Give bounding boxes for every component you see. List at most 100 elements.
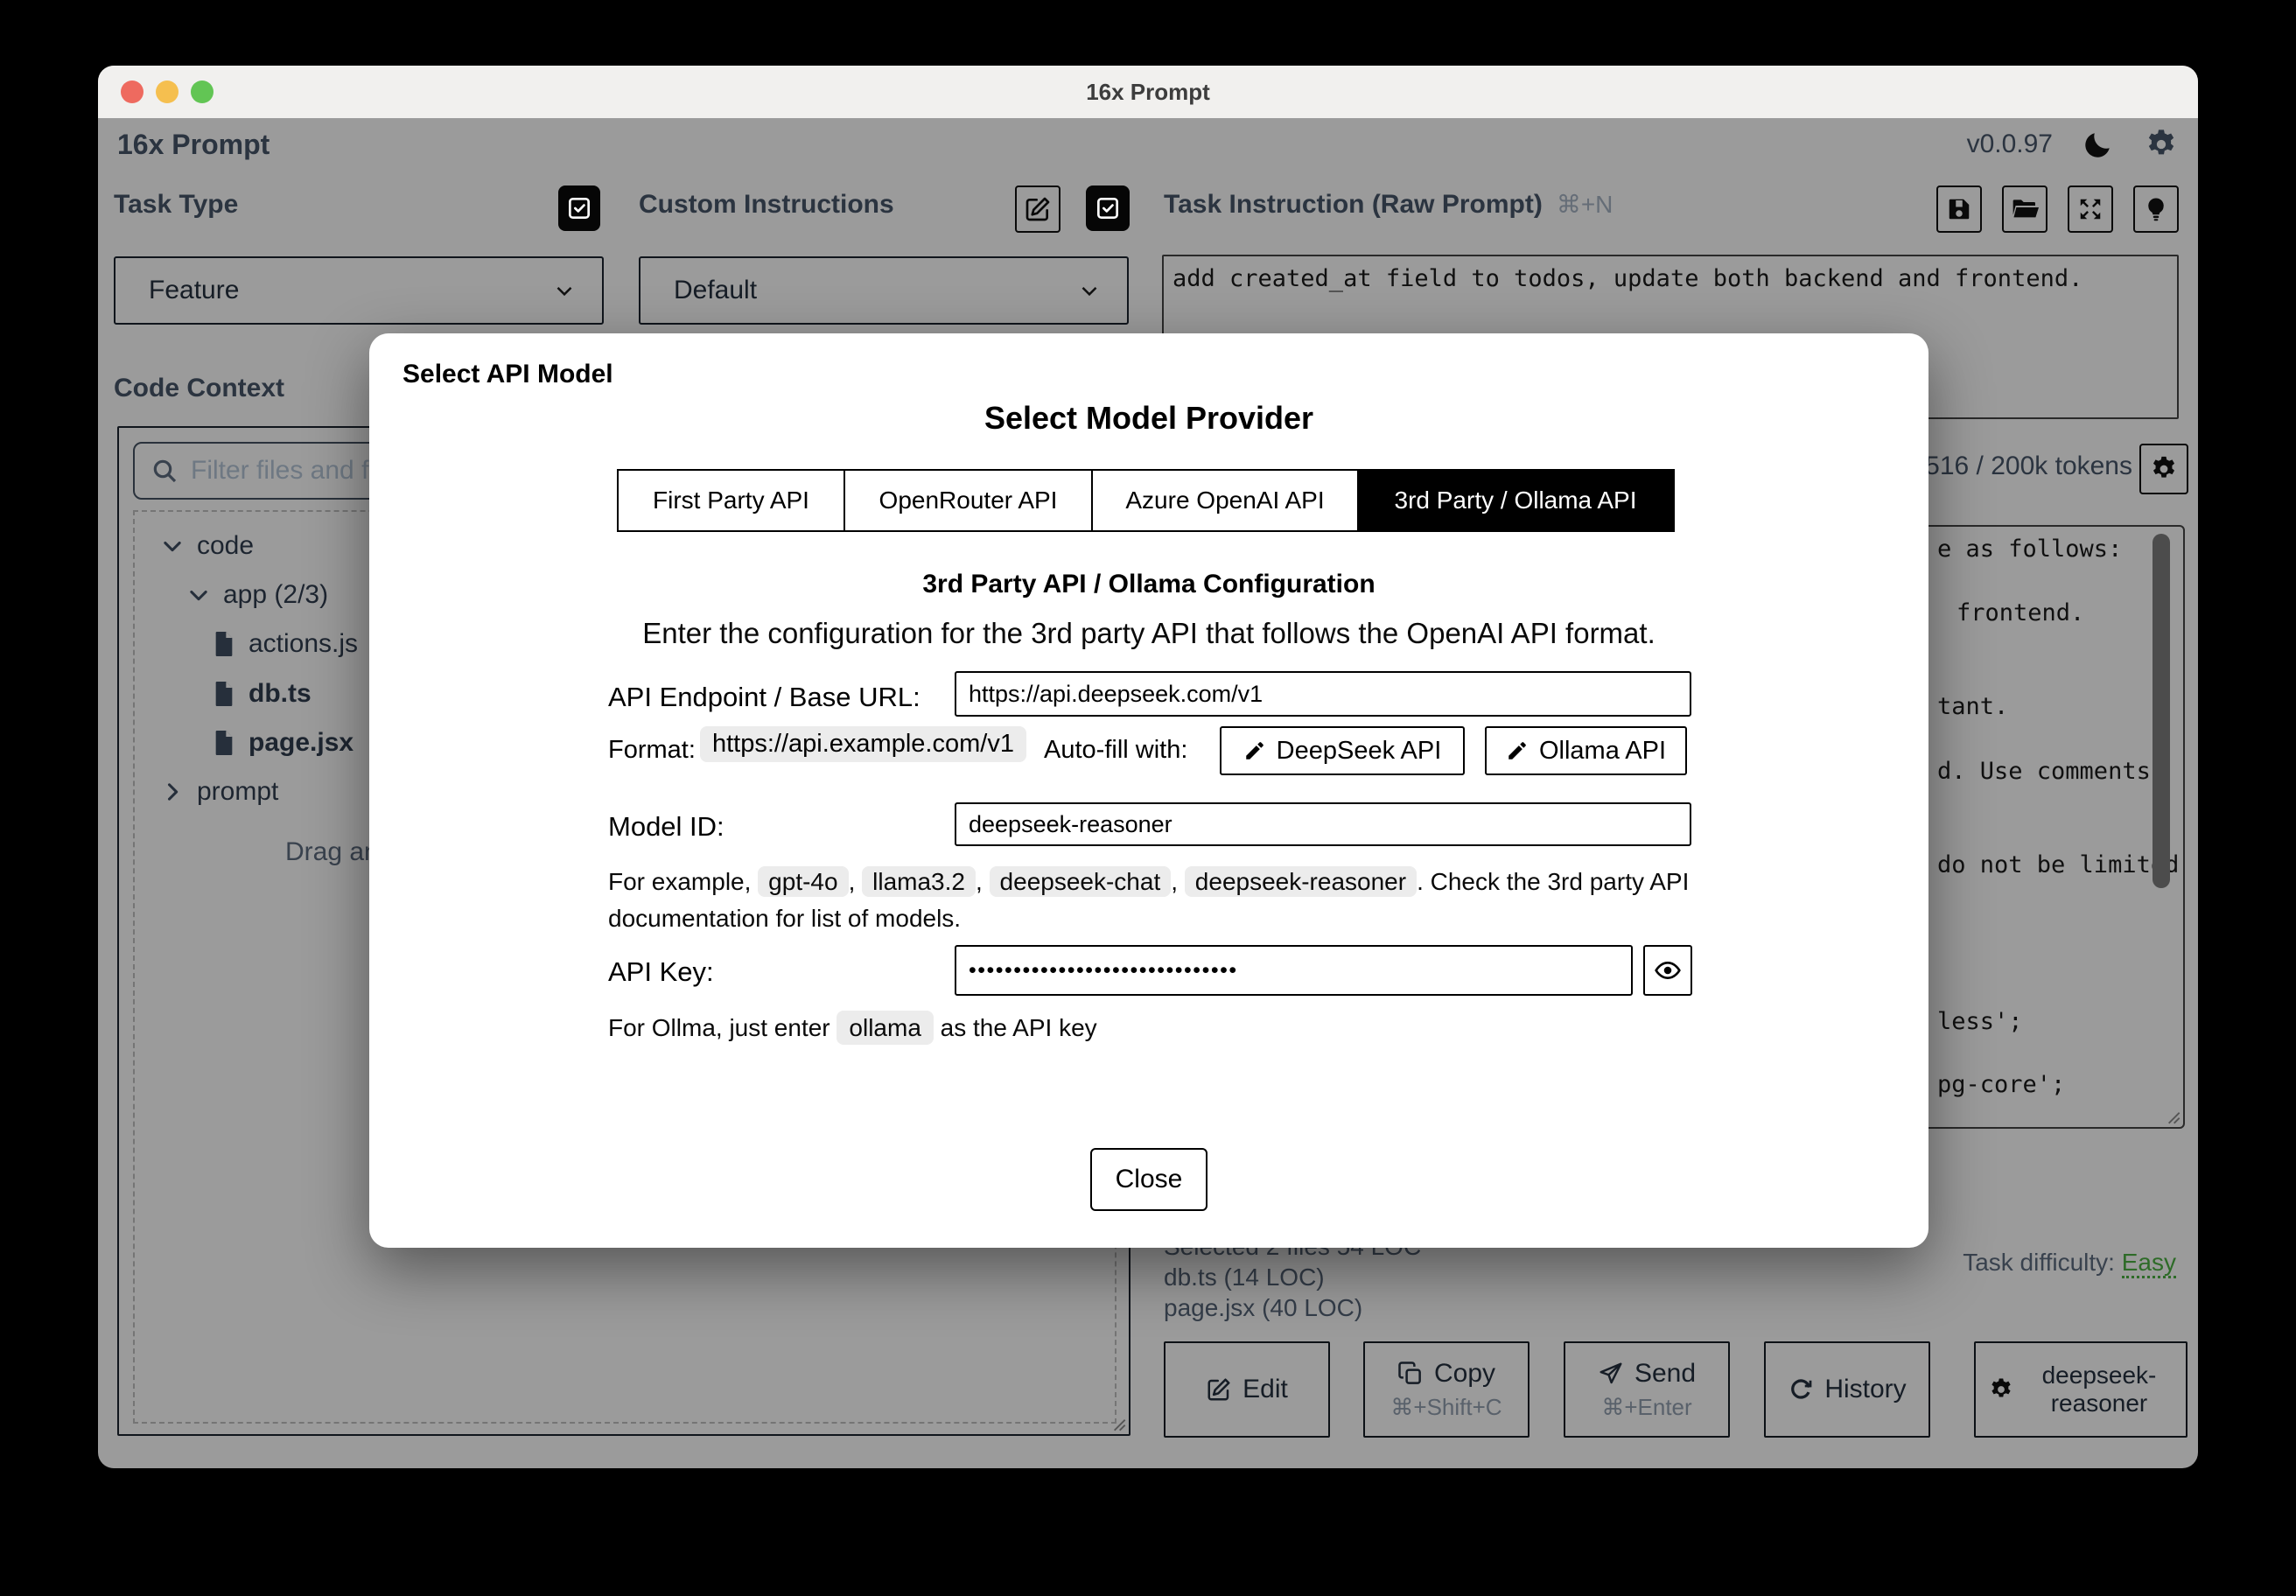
file-icon	[215, 731, 233, 755]
history-button-label: History	[1824, 1375, 1907, 1404]
tree-item-label: page.jsx	[248, 728, 354, 757]
tab-azure-openai-api[interactable]: Azure OpenAI API	[1091, 469, 1359, 532]
api-key-label: API Key:	[608, 956, 714, 987]
token-settings-button[interactable]	[2139, 444, 2188, 494]
tab-openrouter-api[interactable]: OpenRouter API	[843, 469, 1094, 532]
gear-icon	[2148, 130, 2174, 155]
titlebar: 16x Prompt	[98, 66, 2198, 118]
tree-item-prompt[interactable]: prompt	[160, 777, 278, 807]
version-label: v0.0.97	[1966, 130, 2053, 158]
edit-button-label: Edit	[1242, 1375, 1288, 1404]
model-id-input[interactable]	[955, 802, 1691, 846]
model-name-label: deepseek-reasoner	[2041, 1362, 2157, 1417]
api-key-input[interactable]	[955, 945, 1633, 996]
configuration-description: Enter the configuration for the 3rd part…	[642, 617, 1656, 649]
edit-button[interactable]: Edit	[1164, 1341, 1330, 1438]
close-dialog-button[interactable]: Close	[1090, 1148, 1208, 1211]
prompt-tips-button[interactable]	[2133, 186, 2179, 233]
task-type-enabled-checkbox[interactable]	[558, 186, 600, 231]
check-square-icon	[1097, 198, 1118, 219]
chevron-down-icon	[556, 286, 572, 297]
task-instruction-toolbar	[1936, 186, 2179, 233]
select-api-model-dialog: Select API Model Select Model Provider F…	[369, 333, 1928, 1248]
save-prompt-button[interactable]	[1936, 186, 1982, 233]
task-type-select[interactable]: Feature	[114, 256, 604, 325]
dialog-title: Select API Model	[402, 360, 613, 388]
gear-icon	[2152, 456, 2175, 478]
ollama-chip: ollama	[836, 1011, 934, 1045]
code-context-label: Code Context	[114, 374, 284, 402]
final-prompt-fragment: less';	[1937, 1008, 2023, 1035]
tree-item-label: db.ts	[248, 679, 312, 708]
model-selector-button[interactable]: deepseek-reasoner	[1974, 1341, 2188, 1438]
tree-item-code[interactable]: code	[160, 531, 254, 561]
chevron-right-icon	[167, 783, 178, 801]
custom-instructions-enabled-checkbox[interactable]	[1086, 186, 1130, 231]
endpoint-input[interactable]	[955, 671, 1691, 717]
provider-tabs: First Party API OpenRouter API Azure Ope…	[617, 469, 1675, 532]
tree-item-label: app (2/3)	[223, 580, 329, 609]
final-prompt-fragment: e as follows:	[1937, 536, 2123, 563]
endpoint-label: API Endpoint / Base URL:	[608, 682, 920, 712]
provider-heading: Select Model Provider	[984, 400, 1314, 436]
tree-item-label: actions.js	[248, 629, 359, 658]
task-instruction-label: Task Instruction (Raw Prompt)	[1164, 190, 1543, 219]
send-shortcut: ⌘+Enter	[1601, 1393, 1692, 1420]
dark-mode-toggle[interactable]	[2082, 129, 2114, 160]
copy-button-label: Copy	[1433, 1358, 1496, 1388]
chevron-down-icon	[164, 541, 181, 552]
autofill-deepseek-button[interactable]: DeepSeek API	[1220, 726, 1465, 775]
new-task-shortcut: ⌘+N	[1556, 191, 1614, 218]
tree-item-app[interactable]: app (2/3)	[186, 580, 328, 610]
autofill-deepseek-label: DeepSeek API	[1276, 736, 1442, 765]
panel-resize-handle[interactable]	[1112, 1418, 1126, 1432]
format-label: Format:	[608, 736, 696, 764]
close-traffic-light[interactable]	[121, 80, 144, 103]
task-type-value: Feature	[149, 276, 240, 304]
load-prompt-button[interactable]	[2002, 186, 2048, 233]
pencil-icon	[1508, 742, 1526, 760]
open-folder-icon	[2012, 200, 2039, 218]
model-id-label: Model ID:	[608, 811, 724, 842]
copy-icon	[1398, 1361, 1421, 1384]
model-example-chip: deepseek-reasoner	[1184, 866, 1418, 897]
send-button[interactable]: Send ⌘+Enter	[1564, 1341, 1730, 1438]
final-prompt-fragment: tant.	[1937, 693, 2009, 720]
settings-button[interactable]	[2144, 127, 2179, 162]
edit-custom-instructions-button[interactable]	[1015, 186, 1060, 233]
copy-button[interactable]: Copy ⌘+Shift+C	[1363, 1341, 1530, 1438]
task-difficulty: Task difficulty: Easy	[1162, 1249, 2176, 1278]
tab-first-party-api[interactable]: First Party API	[617, 469, 845, 532]
tree-item-page-jsx[interactable]: page.jsx	[212, 728, 354, 758]
pencil-square-icon	[1026, 197, 1050, 221]
history-button[interactable]: History	[1764, 1341, 1930, 1438]
final-prompt-fragment: do not be limited	[1937, 851, 2180, 878]
moon-icon	[2085, 133, 2110, 158]
copy-shortcut: ⌘+Shift+C	[1390, 1393, 1502, 1420]
custom-instructions-select[interactable]: Default	[639, 256, 1129, 325]
ollama-key-note: For Ollma, just enter ollama as the API …	[608, 1011, 1097, 1045]
app-header: 16x Prompt v0.0.97	[98, 118, 2198, 171]
zoom-traffic-light[interactable]	[191, 80, 214, 103]
minimize-traffic-light[interactable]	[156, 80, 178, 103]
textarea-resize-handle[interactable]	[2166, 1110, 2180, 1124]
file-icon	[215, 632, 233, 656]
reveal-api-key-button[interactable]	[1643, 945, 1692, 996]
tab-3rd-party-ollama-api[interactable]: 3rd Party / Ollama API	[1356, 469, 1675, 532]
task-difficulty-label: Task difficulty:	[1963, 1249, 2115, 1276]
tree-item-db-ts[interactable]: db.ts	[212, 679, 312, 709]
tree-item-label: code	[197, 531, 255, 560]
expand-prompt-button[interactable]	[2068, 186, 2113, 233]
task-type-label: Task Type	[114, 190, 239, 219]
custom-instructions-label: Custom Instructions	[639, 190, 894, 219]
final-prompt-fragment: pg-core';	[1937, 1071, 2066, 1098]
autofill-ollama-label: Ollama API	[1538, 736, 1667, 765]
scrollbar-thumb[interactable]	[2152, 534, 2170, 888]
task-difficulty-value[interactable]: Easy	[2121, 1249, 2176, 1278]
app-title: 16x Prompt	[117, 128, 270, 160]
search-icon	[153, 459, 177, 483]
autofill-ollama-button[interactable]: Ollama API	[1485, 726, 1687, 775]
model-example-chip: deepseek-chat	[989, 866, 1172, 897]
gear-icon	[1992, 1378, 2011, 1397]
tree-item-actions-js[interactable]: actions.js	[212, 629, 358, 659]
